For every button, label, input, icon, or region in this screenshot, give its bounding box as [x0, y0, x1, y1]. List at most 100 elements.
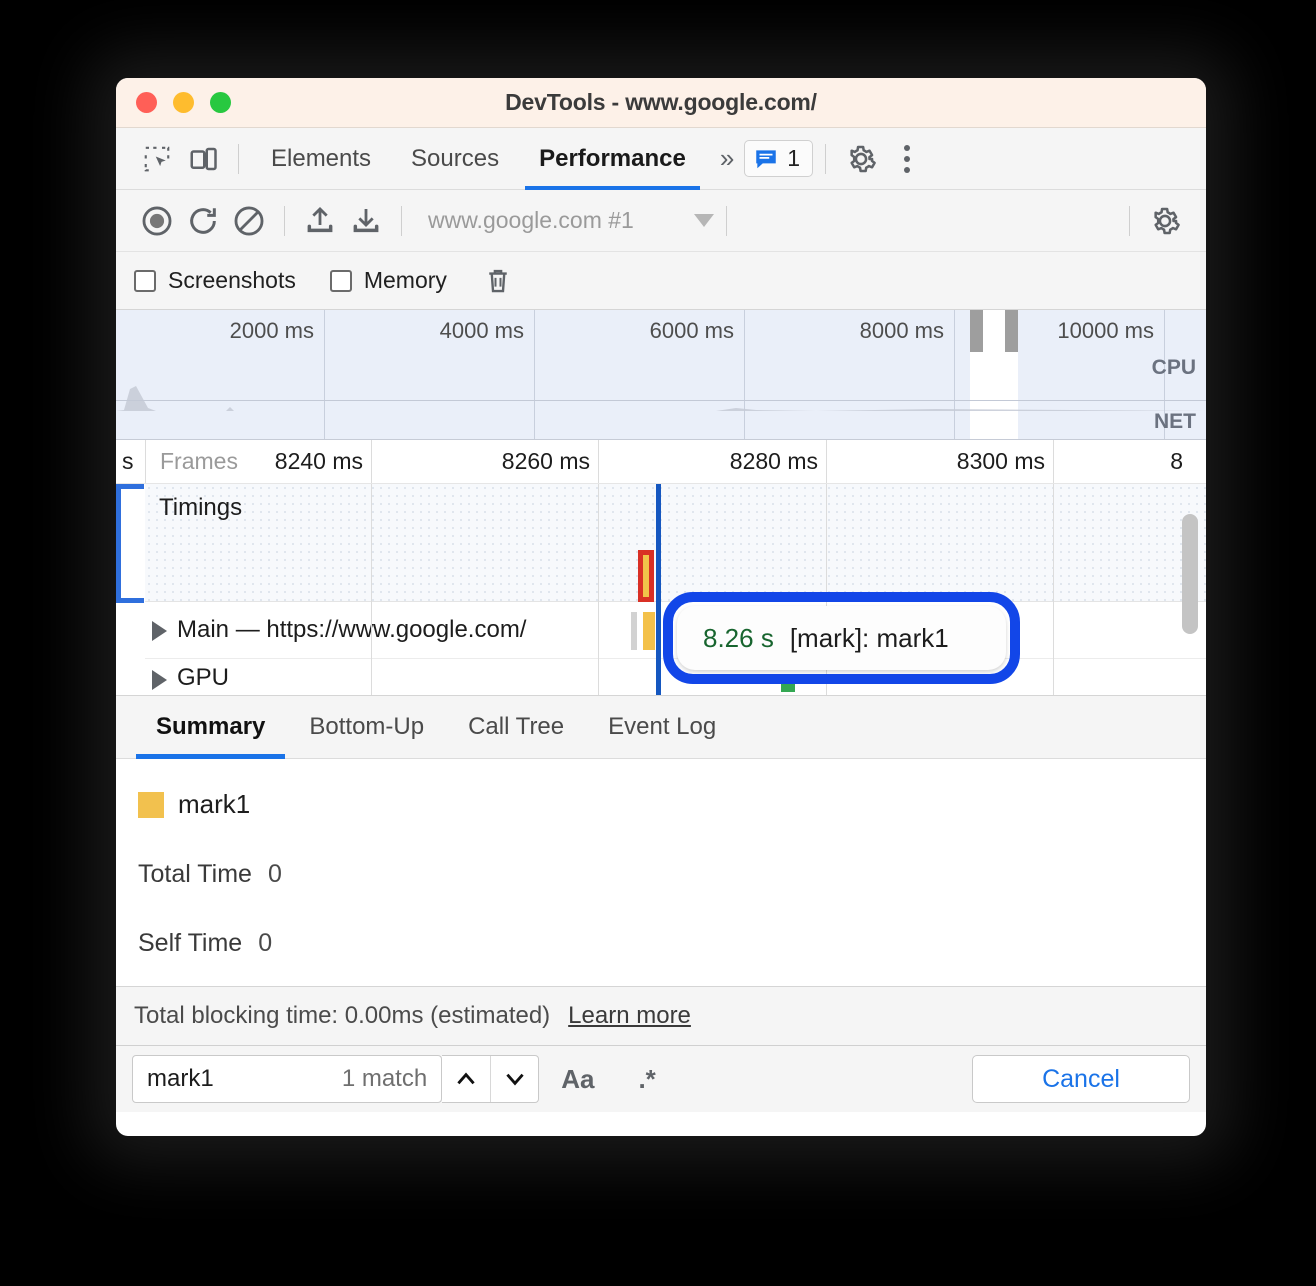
overview-handle-left[interactable] [970, 310, 983, 352]
tab-summary[interactable]: Summary [134, 695, 287, 759]
total-time-label: Total Time [138, 860, 252, 888]
chevron-up-icon[interactable] [442, 1056, 490, 1102]
overview-gridline [324, 310, 325, 439]
total-time-value: 0 [268, 860, 282, 888]
timings-track[interactable]: Timings [145, 484, 1206, 602]
selected-timing-marker[interactable] [638, 550, 654, 602]
event-tooltip: 8.26 s [mark]: mark1 [663, 592, 1020, 684]
self-time-label: Self Time [138, 929, 242, 957]
summary-total-time-row: Total Time 0 [138, 860, 1206, 889]
cancel-button[interactable]: Cancel [972, 1055, 1190, 1103]
overview-tick: 10000 ms [1057, 318, 1164, 344]
ruler-tick: 8240 ms [275, 448, 371, 475]
ruler-gridline [1053, 440, 1054, 483]
frames-track-label: Frames [160, 448, 238, 475]
summary-event-header: mark1 [138, 789, 1206, 820]
body-gridline [371, 484, 372, 695]
ruler-tick: 8 [1170, 448, 1191, 475]
memory-checkbox[interactable]: Memory [330, 267, 481, 294]
flame-chart-ruler[interactable]: s Frames 8240 ms 8260 ms 8280 ms 8300 ms… [116, 440, 1206, 484]
screenshots-label: Screenshots [168, 267, 296, 294]
search-nav-buttons [442, 1055, 539, 1103]
record-icon[interactable] [134, 198, 180, 244]
screen-backdrop: DevTools - www.google.com/ Elements Sour… [0, 0, 1316, 1286]
search-bar: mark1 1 match Aa .* Cancel [116, 1046, 1206, 1112]
summary-self-time-row: Self Time 0 [138, 929, 1206, 958]
trash-icon[interactable] [481, 258, 515, 304]
ruler-gridline [826, 440, 827, 483]
self-time-value: 0 [258, 929, 272, 957]
summary-event-name: mark1 [178, 789, 250, 820]
tab-performance[interactable]: Performance [519, 128, 706, 190]
download-profile-icon[interactable] [343, 198, 389, 244]
ruler-gridline [371, 440, 372, 483]
inspect-element-icon[interactable] [134, 136, 180, 182]
record-divider-1 [284, 206, 285, 236]
tab-sources[interactable]: Sources [391, 128, 519, 190]
toolbar-divider [238, 144, 239, 174]
flame-chart-panel[interactable]: s Frames 8240 ms 8260 ms 8280 ms 8300 ms… [116, 440, 1206, 695]
memory-label: Memory [364, 267, 447, 294]
gear-icon[interactable] [838, 136, 884, 182]
main-event-bar[interactable] [643, 612, 655, 650]
ruler-edge-tick: s [122, 448, 134, 475]
match-case-button[interactable]: Aa [539, 1055, 616, 1103]
capture-settings-gear-icon[interactable] [1142, 198, 1188, 244]
upload-profile-icon[interactable] [297, 198, 343, 244]
reload-record-icon[interactable] [180, 198, 226, 244]
devtools-tabbar: Elements Sources Performance » 1 [116, 128, 1206, 190]
overview-tick: 4000 ms [440, 318, 534, 344]
tab-event-log[interactable]: Event Log [586, 695, 738, 759]
console-messages-button[interactable]: 1 [744, 140, 813, 177]
ruler-tick: 8280 ms [730, 448, 826, 475]
overview-gridline [744, 310, 745, 439]
total-blocking-time-text: Total blocking time: 0.00ms (estimated) [134, 1002, 550, 1030]
tab-bottom-up[interactable]: Bottom-Up [287, 695, 446, 759]
overview-tick: 2000 ms [230, 318, 324, 344]
cpu-activity-curve [116, 383, 1206, 411]
screenshots-checkbox[interactable]: Screenshots [134, 267, 330, 294]
chevron-down-icon[interactable] [694, 214, 714, 227]
timings-selection-bracket [116, 484, 144, 603]
recording-session-label[interactable]: www.google.com #1 [428, 207, 634, 234]
search-match-count: 1 match [342, 1065, 427, 1093]
console-message-icon [753, 146, 779, 172]
tab-call-tree[interactable]: Call Tree [446, 695, 586, 759]
ruler-gridline [145, 440, 146, 483]
summary-pane: mark1 Total Time 0 Self Time 0 [116, 759, 1206, 986]
device-toolbar-icon[interactable] [180, 136, 226, 182]
window-titlebar: DevTools - www.google.com/ [116, 78, 1206, 128]
body-gridline [598, 484, 599, 695]
body-gridline [1053, 484, 1054, 695]
timeline-overview[interactable]: 2000 ms 4000 ms 6000 ms 8000 ms 10000 ms… [116, 310, 1206, 440]
main-track-disclosure-icon[interactable] [152, 621, 167, 641]
search-input[interactable]: mark1 1 match [132, 1055, 442, 1103]
overview-tick: 8000 ms [860, 318, 954, 344]
learn-more-link[interactable]: Learn more [568, 1002, 691, 1030]
more-tabs-icon[interactable]: » [706, 143, 744, 174]
performance-record-toolbar: www.google.com #1 [116, 190, 1206, 252]
overview-handle-right[interactable] [1005, 310, 1018, 352]
gpu-track-disclosure-icon[interactable] [152, 670, 167, 690]
devtools-window: DevTools - www.google.com/ Elements Sour… [116, 78, 1206, 1136]
overview-lane-cpu: CPU [1152, 356, 1196, 380]
overview-tick: 6000 ms [650, 318, 744, 344]
regex-button[interactable]: .* [616, 1055, 677, 1103]
total-blocking-time-bar: Total blocking time: 0.00ms (estimated) … [116, 986, 1206, 1046]
detail-tabbar: Summary Bottom-Up Call Tree Event Log [116, 695, 1206, 759]
chevron-down-icon[interactable] [490, 1056, 538, 1102]
main-event-bar[interactable] [631, 612, 637, 650]
ruler-tick: 8300 ms [957, 448, 1053, 475]
flame-chart-scrollbar[interactable] [1182, 514, 1198, 634]
memory-checkbox-box[interactable] [330, 270, 352, 292]
clear-icon[interactable] [226, 198, 272, 244]
flame-chart-body[interactable]: Timings Main — https://www.google.com/ G… [116, 484, 1206, 695]
ruler-tick: 8260 ms [502, 448, 598, 475]
tab-elements[interactable]: Elements [251, 128, 391, 190]
overview-gridline [954, 310, 955, 439]
console-message-count: 1 [787, 145, 800, 172]
more-vertical-icon[interactable] [884, 136, 930, 182]
timeline-playhead[interactable] [656, 484, 661, 695]
screenshots-checkbox-box[interactable] [134, 270, 156, 292]
event-color-swatch [138, 792, 164, 818]
